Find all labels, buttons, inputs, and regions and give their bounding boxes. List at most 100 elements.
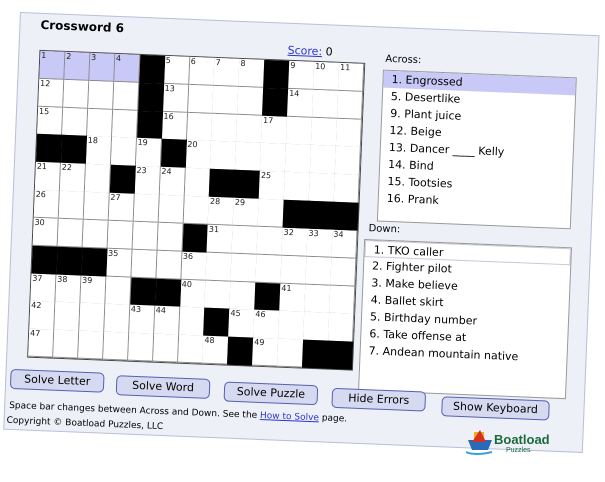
grid-cell[interactable] xyxy=(257,198,285,229)
grid-cell[interactable] xyxy=(303,312,330,342)
grid-cell[interactable]: 8 xyxy=(238,58,266,89)
grid-cell[interactable]: 31 xyxy=(206,224,234,254)
grid-cell[interactable] xyxy=(86,108,114,138)
grid-cell[interactable] xyxy=(57,218,85,248)
grid-cell[interactable]: 12 xyxy=(38,78,65,108)
grid-cell[interactable] xyxy=(79,303,106,333)
grid-cell[interactable] xyxy=(82,219,109,249)
grid-cell[interactable]: 23 xyxy=(134,166,162,196)
grid-cell[interactable]: 44 xyxy=(153,306,181,336)
grid-cell[interactable] xyxy=(178,307,206,337)
grid-cell[interactable]: 26 xyxy=(33,189,61,220)
grid-cell[interactable] xyxy=(127,332,155,363)
grid-cell[interactable] xyxy=(53,329,80,360)
grid-cell[interactable] xyxy=(111,109,139,139)
grid-cell[interactable] xyxy=(186,112,214,142)
grid-cell[interactable]: 17 xyxy=(261,115,288,145)
grid-cell[interactable] xyxy=(112,81,140,111)
grid-cell[interactable] xyxy=(58,190,86,221)
grid-cell[interactable] xyxy=(102,331,130,362)
grid-cell[interactable]: 39 xyxy=(80,275,107,305)
grid-cell[interactable] xyxy=(337,90,364,120)
grid-cell[interactable]: 16 xyxy=(161,111,189,141)
grid-cell[interactable] xyxy=(77,330,105,361)
grid-cell[interactable] xyxy=(157,222,184,252)
grid-cell[interactable] xyxy=(204,280,232,310)
show-keyboard-button[interactable]: Show Keyboard xyxy=(441,396,550,421)
grid-cell[interactable]: 15 xyxy=(37,106,64,136)
grid-cell[interactable] xyxy=(88,80,115,110)
grid-cell[interactable]: 9 xyxy=(288,60,315,91)
grid-cell[interactable]: 18 xyxy=(85,136,113,166)
grid-cell[interactable]: 24 xyxy=(159,167,186,197)
grid-cell[interactable]: 4 xyxy=(114,53,141,84)
grid-cell[interactable] xyxy=(309,145,337,175)
grid-cell[interactable]: 25 xyxy=(258,171,286,201)
grid-cell[interactable]: 30 xyxy=(32,217,60,247)
grid-cell[interactable] xyxy=(107,220,134,250)
grid-cell[interactable]: 1 xyxy=(39,50,66,81)
grid-cell[interactable]: 6 xyxy=(188,56,216,87)
grid-cell[interactable]: 21 xyxy=(34,162,62,192)
grid-cell[interactable] xyxy=(210,141,237,171)
solve-puzzle-button[interactable]: Solve Puzzle xyxy=(223,381,319,406)
grid-cell[interactable] xyxy=(330,257,357,287)
grid-cell[interactable]: 37 xyxy=(30,273,57,303)
grid-cell[interactable] xyxy=(335,118,363,148)
grid-cell[interactable]: 49 xyxy=(252,337,279,368)
grid-cell[interactable] xyxy=(158,194,185,225)
grid-cell[interactable] xyxy=(284,144,312,174)
grid-cell[interactable] xyxy=(286,116,313,146)
grid-cell[interactable]: 22 xyxy=(59,163,87,193)
grid-cell[interactable] xyxy=(103,304,131,334)
grid-cell[interactable] xyxy=(278,311,305,341)
grid-cell[interactable] xyxy=(105,276,132,306)
grid-cell[interactable] xyxy=(283,172,311,202)
grid-cell[interactable]: 14 xyxy=(287,88,314,118)
grid-cell[interactable] xyxy=(156,250,183,280)
grid-cell[interactable] xyxy=(63,79,90,109)
grid-cell[interactable]: 43 xyxy=(128,305,156,335)
grid-cell[interactable]: 28 xyxy=(208,196,235,227)
grid-cell[interactable] xyxy=(84,164,112,194)
grid-cell[interactable] xyxy=(308,173,336,203)
grid-cell[interactable]: 45 xyxy=(228,309,256,339)
grid-cell[interactable] xyxy=(184,168,211,198)
grid-cell[interactable] xyxy=(183,195,210,226)
clue-item[interactable]: 7. Andean mountain native xyxy=(360,342,567,382)
grid-cell[interactable]: 7 xyxy=(213,57,241,88)
grid-cell[interactable] xyxy=(329,285,356,315)
grid-cell[interactable] xyxy=(277,338,304,369)
grid-cell[interactable] xyxy=(235,142,262,172)
across-clue-list[interactable]: 1. Engrossed 5. Desertlike 9. Plant juice 1… xyxy=(376,69,577,230)
grid-cell[interactable] xyxy=(311,117,338,147)
grid-cell[interactable]: 34 xyxy=(331,229,358,259)
grid-cell[interactable]: 40 xyxy=(179,279,207,309)
grid-cell[interactable]: 11 xyxy=(338,62,365,93)
grid-cell[interactable]: 2 xyxy=(64,51,91,82)
grid-cell[interactable] xyxy=(187,84,215,114)
down-clue-list[interactable]: 1. TKO caller 2. Fighter pilot 3. Make bel… xyxy=(358,238,572,400)
grid-cell[interactable]: 10 xyxy=(313,61,340,92)
grid-cell[interactable]: 19 xyxy=(135,138,163,168)
grid-cell[interactable] xyxy=(83,191,111,222)
grid-cell[interactable] xyxy=(237,86,264,116)
solve-letter-button[interactable]: Solve Letter xyxy=(9,368,105,393)
grid-cell[interactable] xyxy=(152,333,180,364)
grid-cell[interactable] xyxy=(231,225,259,255)
grid-cell[interactable] xyxy=(312,89,339,119)
grid-cell[interactable] xyxy=(236,114,263,144)
hide-errors-button[interactable]: Hide Errors xyxy=(331,387,427,412)
grid-cell[interactable] xyxy=(230,253,258,283)
grid-cell[interactable] xyxy=(229,281,257,311)
grid-cell[interactable] xyxy=(305,256,332,286)
grid-cell[interactable]: 27 xyxy=(108,192,135,223)
grid-cell[interactable] xyxy=(61,107,89,137)
grid-cell[interactable] xyxy=(333,174,361,204)
grid-cell[interactable] xyxy=(260,143,287,173)
grid-cell[interactable] xyxy=(54,302,81,332)
grid-cell[interactable]: 32 xyxy=(281,227,309,257)
grid-cell[interactable]: 20 xyxy=(185,140,212,170)
grid-cell[interactable] xyxy=(211,113,238,143)
grid-cell[interactable]: 35 xyxy=(106,248,133,278)
